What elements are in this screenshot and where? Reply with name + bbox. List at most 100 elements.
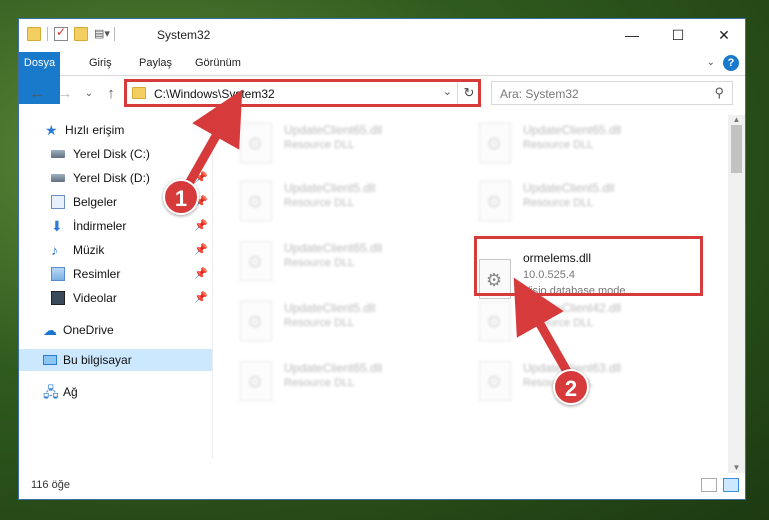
sidebar-item-label: Videolar bbox=[73, 291, 117, 305]
star-icon: ★ bbox=[45, 122, 58, 138]
file-item[interactable]: UpdateClient65.dll Resource DLL bbox=[234, 115, 458, 167]
step-badge-1: 1 bbox=[163, 179, 199, 215]
computer-icon bbox=[43, 355, 57, 365]
file-item[interactable]: UpdateClient5.dll Resource DLL bbox=[234, 293, 458, 345]
large-icons-view-icon[interactable] bbox=[723, 478, 739, 492]
file-description: Resource DLL bbox=[284, 317, 355, 329]
address-highlight-box bbox=[124, 79, 481, 107]
file-name: UpdateClient42.dll bbox=[523, 301, 622, 315]
file-name: UpdateClient65.dll bbox=[523, 123, 622, 137]
file-item[interactable]: UpdateClient42.dll Resource DLL bbox=[473, 293, 697, 345]
pane-divider[interactable] bbox=[212, 115, 213, 459]
sidebar-item-music[interactable]: ♪ Müzik 📌 bbox=[19, 239, 212, 261]
forward-button[interactable]: → bbox=[55, 84, 75, 104]
sidebar-item-label: İndirmeler bbox=[73, 219, 127, 233]
sidebar-item-label: Müzik bbox=[73, 243, 105, 257]
pin-icon[interactable]: 📌 bbox=[194, 171, 208, 184]
file-name: UpdateClient5.dll bbox=[284, 301, 376, 315]
minimize-button[interactable]: — bbox=[609, 19, 655, 51]
vertical-scrollbar[interactable]: ▲ ▼ bbox=[728, 115, 745, 473]
sidebar-item-quick-access[interactable]: ★ Hızlı erişim bbox=[19, 119, 212, 141]
file-description: Resource DLL bbox=[523, 317, 594, 329]
help-button[interactable]: ? bbox=[723, 55, 739, 71]
navigation-pane: ★ Hızlı erişim Yerel Disk (C:) Yerel Dis… bbox=[19, 115, 212, 459]
folder-icon bbox=[27, 27, 41, 41]
toolbar-separator bbox=[114, 27, 115, 41]
file-name: UpdateClient5.dll bbox=[284, 181, 376, 195]
file-description: Resource DLL bbox=[284, 139, 355, 151]
customize-toolbar-icon[interactable]: ▤▾ bbox=[94, 27, 110, 41]
expand-ribbon-icon[interactable]: ⌄ bbox=[707, 57, 715, 68]
file-item[interactable]: UpdateClient5.dll Resource DLL bbox=[234, 173, 458, 225]
file-description: Resource DLL bbox=[523, 197, 594, 209]
explorer-window: ▤▾ System32 — ☐ ✕ Dosya Giriş Paylaş Gör… bbox=[18, 18, 746, 500]
file-item[interactable]: UpdateClient65.dll Resource DLL bbox=[234, 233, 458, 285]
ribbon-tabs: Dosya Giriş Paylaş Görünüm ⌄ ? bbox=[19, 52, 745, 104]
dll-file-icon bbox=[479, 301, 511, 341]
file-item[interactable]: UpdateClient65.dll Resource DLL bbox=[234, 353, 458, 405]
sidebar-item-label: Bu bilgisayar bbox=[63, 353, 132, 367]
sidebar-item-label: Ağ bbox=[63, 385, 78, 399]
maximize-button[interactable]: ☐ bbox=[655, 19, 701, 51]
step-badge-2: 2 bbox=[553, 369, 589, 405]
dll-file-icon bbox=[240, 241, 272, 281]
dll-file-icon bbox=[479, 361, 511, 401]
tab-home[interactable]: Giriş bbox=[81, 52, 120, 75]
pictures-icon bbox=[51, 267, 65, 281]
file-name: UpdateClient5.dll bbox=[523, 181, 615, 195]
sidebar-item-this-pc[interactable]: Bu bilgisayar bbox=[19, 349, 212, 371]
sidebar-item-network[interactable]: 🖧 Ağ bbox=[19, 381, 212, 403]
dll-file-icon bbox=[240, 181, 272, 221]
sidebar-item-local-disk-c[interactable]: Yerel Disk (C:) bbox=[19, 143, 212, 165]
pin-icon[interactable]: 📌 bbox=[194, 243, 208, 256]
video-icon bbox=[51, 291, 65, 305]
file-description: Resource DLL bbox=[523, 139, 594, 151]
sidebar-item-label: OneDrive bbox=[63, 323, 114, 337]
network-icon: 🖧 bbox=[43, 384, 59, 400]
tab-share[interactable]: Paylaş bbox=[131, 52, 180, 75]
sidebar-item-pictures[interactable]: Resimler 📌 bbox=[19, 263, 212, 285]
dll-file-icon bbox=[240, 361, 272, 401]
drive-icon bbox=[51, 150, 65, 158]
details-view-icon[interactable] bbox=[701, 478, 717, 492]
sidebar-item-label: Belgeler bbox=[73, 195, 118, 209]
dll-file-icon bbox=[240, 123, 272, 163]
status-bar: 116 öğe bbox=[19, 473, 745, 499]
dll-file-icon bbox=[479, 181, 511, 221]
dll-file-icon bbox=[240, 301, 272, 341]
scroll-thumb[interactable] bbox=[731, 125, 742, 173]
recent-locations-button[interactable]: ⌄ bbox=[79, 84, 99, 104]
back-button[interactable]: ← bbox=[27, 84, 47, 104]
properties-icon[interactable] bbox=[54, 25, 68, 41]
sidebar-item-videos[interactable]: Videolar 📌 bbox=[19, 287, 212, 309]
download-icon: ⬇ bbox=[51, 218, 63, 234]
pin-icon[interactable]: 📌 bbox=[194, 219, 208, 232]
scroll-down-icon[interactable]: ▼ bbox=[728, 463, 745, 473]
file-item[interactable]: UpdateClient65.dll Resource DLL bbox=[473, 115, 697, 167]
sidebar-item-downloads[interactable]: ⬇ İndirmeler 📌 bbox=[19, 215, 212, 237]
window-title: System32 bbox=[157, 28, 211, 42]
close-button[interactable]: ✕ bbox=[701, 19, 745, 51]
sidebar-item-label: Yerel Disk (D:) bbox=[73, 171, 150, 185]
pin-icon[interactable]: 📌 bbox=[194, 267, 208, 280]
documents-icon bbox=[51, 195, 65, 209]
sidebar-item-onedrive[interactable]: ☁ OneDrive bbox=[19, 319, 212, 341]
file-description: Resource DLL bbox=[284, 197, 355, 209]
search-icon[interactable]: ⚲ bbox=[714, 85, 724, 101]
sidebar-item-label: Yerel Disk (C:) bbox=[73, 147, 150, 161]
cloud-icon: ☁ bbox=[43, 322, 57, 338]
file-item[interactable]: UpdateClient5.dll Resource DLL bbox=[473, 173, 697, 225]
new-folder-icon[interactable] bbox=[74, 27, 88, 41]
title-bar: ▤▾ System32 — ☐ ✕ bbox=[19, 19, 745, 51]
search-input[interactable]: Ara: System32 ⚲ bbox=[491, 81, 733, 105]
dll-file-icon bbox=[479, 123, 511, 163]
file-description: Resource DLL bbox=[284, 257, 355, 269]
pin-icon[interactable]: 📌 bbox=[194, 291, 208, 304]
sidebar-item-label: Hızlı erişim bbox=[65, 123, 125, 137]
tab-view[interactable]: Görünüm bbox=[187, 52, 249, 75]
item-count: 116 öğe bbox=[31, 479, 70, 491]
scroll-up-icon[interactable]: ▲ bbox=[728, 115, 745, 125]
quick-access-toolbar: ▤▾ bbox=[27, 25, 115, 41]
file-name: UpdateClient65.dll bbox=[284, 123, 383, 137]
up-button[interactable]: ↑ bbox=[101, 84, 121, 104]
